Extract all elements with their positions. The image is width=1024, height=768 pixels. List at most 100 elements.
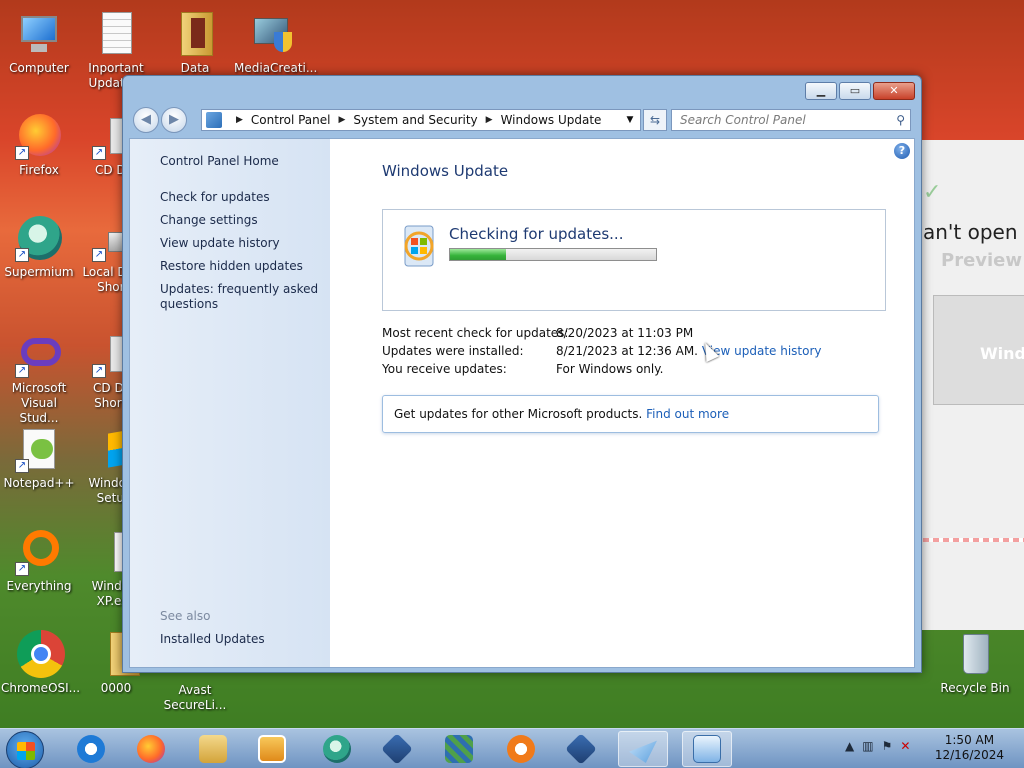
find-out-more-link[interactable]: Find out more [646,407,729,421]
desktop-icon-recycle-bin[interactable]: Recycle Bin [937,630,1013,696]
network-icon[interactable]: ▥ [862,739,873,753]
refresh-button[interactable]: ⇆ [643,109,667,131]
sidebar-item-control-panel-home[interactable]: Control Panel Home [160,154,320,169]
help-icon[interactable]: ? [894,143,910,159]
info-label: You receive updates: [382,362,507,376]
desktop-icon-avast[interactable]: Avast SecureLi... [157,683,233,713]
sidebar-item-view-update-history[interactable]: View update history [160,236,320,251]
supermium-icon: ↗ [15,214,63,262]
desktop-icon-firefox[interactable]: ↗ Firefox [1,112,77,178]
background-window-message: an't open m [923,220,1024,244]
desktop-icon-label: Microsoft Visual Stud... [11,381,67,425]
search-icon[interactable]: ⚲ [896,110,905,130]
taskbar-avast[interactable] [496,731,546,767]
background-window-preview-text: Wind [980,344,1024,363]
taskbar-media-player[interactable] [247,731,297,767]
system-tray: ▲ ▥ ⚑ ✕ [845,739,910,753]
breadcrumb-control-panel[interactable]: Control Panel [251,113,331,127]
desktop-icon-chromeos[interactable]: ChromeOSI... [1,630,80,696]
taskbar-virtualbox[interactable] [372,731,422,767]
taskbar-internet-explorer[interactable] [66,731,116,767]
shortcut-arrow-icon: ↗ [92,364,106,378]
show-hidden-icons-icon[interactable]: ▲ [845,739,854,753]
shortcut-arrow-icon: ↗ [15,364,29,378]
taskbar-virtualbox-2[interactable] [556,731,606,767]
virtualbox-icon [381,733,413,765]
windows-update-icon [399,222,439,270]
desktop-icon-supermium[interactable]: ↗ Supermium [1,214,77,280]
page-title: Windows Update [382,162,509,180]
control-panel-icon [206,112,222,128]
info-value: For Windows only. [556,362,664,376]
volume-muted-icon[interactable]: ✕ [900,739,910,753]
back-button[interactable]: ◀ [133,107,159,133]
desktop-icon-label: 0000 [100,681,132,695]
desktop-icon-label: Computer [9,61,69,75]
info-label: Updates were installed: [382,344,524,358]
desktop-icon-label: Data [180,61,210,75]
sidebar-item-updates-faq[interactable]: Updates: frequently asked questions [160,282,320,312]
shortcut-arrow-icon: ↗ [15,146,29,160]
breadcrumb-windows-update[interactable]: Windows Update [501,113,602,127]
action-center-flag-icon[interactable]: ⚑ [882,739,893,753]
forward-button[interactable]: ▶ [161,107,187,133]
refresh-icon: ⇆ [649,113,661,127]
update-progress-bar [449,248,657,261]
desktop-icon-data[interactable]: Data [157,10,233,76]
taskbar-app-grid[interactable] [434,731,484,767]
address-bar[interactable]: ▶ Control Panel ▶ System and Security ▶ … [201,109,641,131]
background-window-preview-box: Wind [933,295,1024,405]
address-dropdown-icon[interactable]: ▼ [620,115,640,125]
forward-arrow-icon: ▶ [169,112,179,127]
other-products-banner: Get updates for other Microsoft products… [382,395,879,433]
app-grid-icon [445,735,473,763]
desktop-icon-mediacreation[interactable]: MediaCreati... [234,10,317,76]
shortcut-arrow-icon: ↗ [15,248,29,262]
breadcrumb-separator-icon: ▶ [485,115,493,125]
supermium-icon [323,735,351,763]
update-status-text: Checking for updates... [449,225,624,243]
desktop-icon-label: Firefox [19,163,59,177]
desktop-icon-everything[interactable]: ↗ Everything [1,528,77,594]
info-value: 8/21/2023 at 12:36 AM. [556,344,698,358]
taskbar: ▲ ▥ ⚑ ✕ 1:50 AM 12/16/2024 [0,728,1024,768]
internet-explorer-icon [77,735,105,763]
taskbar-supermium[interactable] [312,731,362,767]
close-button[interactable]: ✕ [873,82,915,100]
desktop-icon-label: Everything [6,579,72,593]
sidebar-item-check-for-updates[interactable]: Check for updates [160,190,320,205]
taskbar-file-explorer[interactable] [188,731,238,767]
minimize-button[interactable]: ▁ [805,82,837,100]
installer-icon [248,10,296,58]
sidebar-item-installed-updates[interactable]: Installed Updates [160,632,320,647]
start-button[interactable] [6,731,44,768]
navigation-bar: ◀ ▶ ▶ Control Panel ▶ System and Securit… [131,106,913,134]
maximize-button[interactable]: ▭ [839,82,871,100]
promo-text: Get updates for other Microsoft products… [394,407,643,421]
shortcut-arrow-icon: ↗ [92,248,106,262]
sidebar-item-restore-hidden-updates[interactable]: Restore hidden updates [160,259,320,274]
search-input[interactable]: Search Control Panel ⚲ [671,109,911,131]
sidebar-item-change-settings[interactable]: Change settings [160,213,320,228]
computer-icon [15,10,63,58]
desktop-icon-label: Recycle Bin [940,681,1010,695]
desktop-icon-visual-studio[interactable]: ↗ Microsoft Visual Stud... [1,330,77,426]
desktop-icon-notepad-plus-plus[interactable]: ↗ Notepad++ [1,425,77,491]
desktop-icon-computer[interactable]: Computer [1,10,77,76]
view-update-history-link[interactable]: View update history [702,344,822,358]
plane-icon [629,740,657,763]
taskbar-control-panel[interactable] [682,731,732,767]
breadcrumb-system-and-security[interactable]: System and Security [353,113,477,127]
taskbar-app-active[interactable] [618,731,668,767]
back-arrow-icon: ◀ [141,112,151,127]
control-panel-icon [693,735,721,763]
firefox-icon [137,735,165,763]
taskbar-clock[interactable]: 1:50 AM 12/16/2024 [935,733,1004,763]
checkmark-icon: ✓ [923,180,942,205]
desktop-icon-label: Notepad++ [3,476,75,490]
windows-update-window[interactable]: ▁ ▭ ✕ ◀ ▶ ▶ Control Panel ▶ System and S… [122,75,922,673]
shortcut-arrow-icon: ↗ [92,146,106,160]
taskbar-firefox[interactable] [126,731,176,767]
media-player-icon [258,735,286,763]
sidebar: Control Panel Home Check for updates Cha… [130,139,330,667]
